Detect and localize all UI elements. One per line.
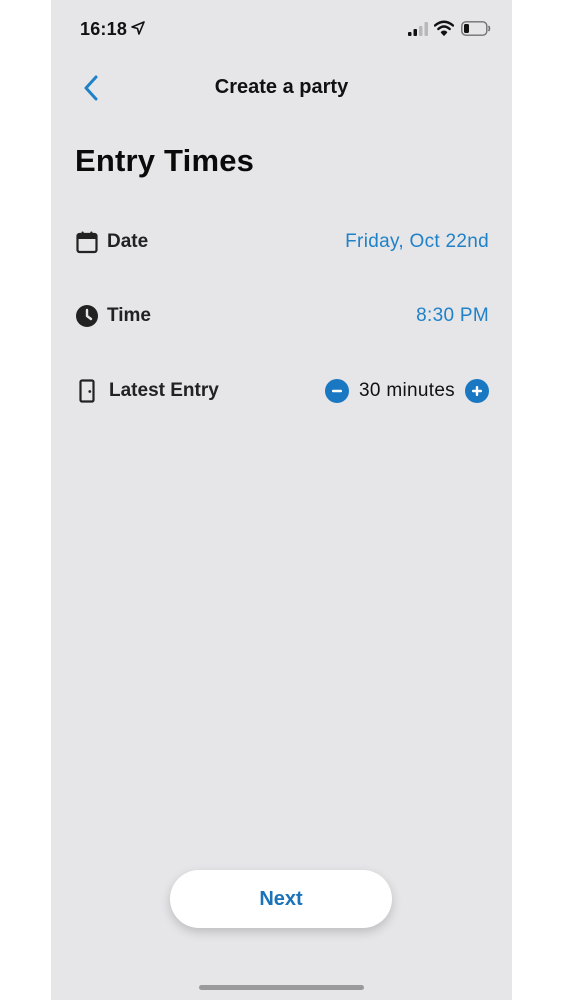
plus-icon bbox=[472, 386, 482, 396]
time-label: Time bbox=[107, 305, 152, 326]
date-label: Date bbox=[107, 231, 149, 252]
location-arrow-icon bbox=[131, 21, 145, 35]
increment-button[interactable] bbox=[465, 379, 489, 403]
time-row: Time 8:30 PM bbox=[75, 296, 489, 336]
decrement-button[interactable] bbox=[325, 379, 350, 403]
clock-icon bbox=[76, 305, 98, 327]
latest-entry-stepper: 30 minutes bbox=[325, 377, 489, 405]
door-icon bbox=[79, 379, 95, 403]
status-time: 16:18 bbox=[80, 19, 128, 39]
date-row: Date Friday, Oct 22nd bbox=[75, 222, 489, 262]
page-title: Entry Times bbox=[75, 143, 255, 178]
nav-title: Create a party bbox=[214, 76, 349, 98]
home-indicator bbox=[199, 985, 364, 990]
next-button[interactable]: Next bbox=[170, 870, 392, 928]
date-value[interactable]: Friday, Oct 22nd bbox=[345, 231, 489, 253]
latest-entry-label: Latest Entry bbox=[109, 380, 219, 401]
minus-icon bbox=[332, 389, 343, 393]
calendar-icon bbox=[76, 231, 98, 254]
cellular-signal-icon bbox=[408, 22, 428, 36]
app-screen: 16:18 Create a party Entry Times Date Fr… bbox=[51, 0, 512, 1000]
latest-entry-value: 30 minutes bbox=[359, 380, 455, 401]
wifi-icon bbox=[434, 20, 454, 36]
nav-bar: Create a party bbox=[51, 62, 512, 114]
latest-entry-row: Latest Entry 30 minutes bbox=[75, 371, 489, 411]
battery-icon bbox=[461, 21, 491, 36]
time-value[interactable]: 8:30 PM bbox=[416, 305, 489, 327]
status-bar: 16:18 bbox=[51, 0, 512, 56]
